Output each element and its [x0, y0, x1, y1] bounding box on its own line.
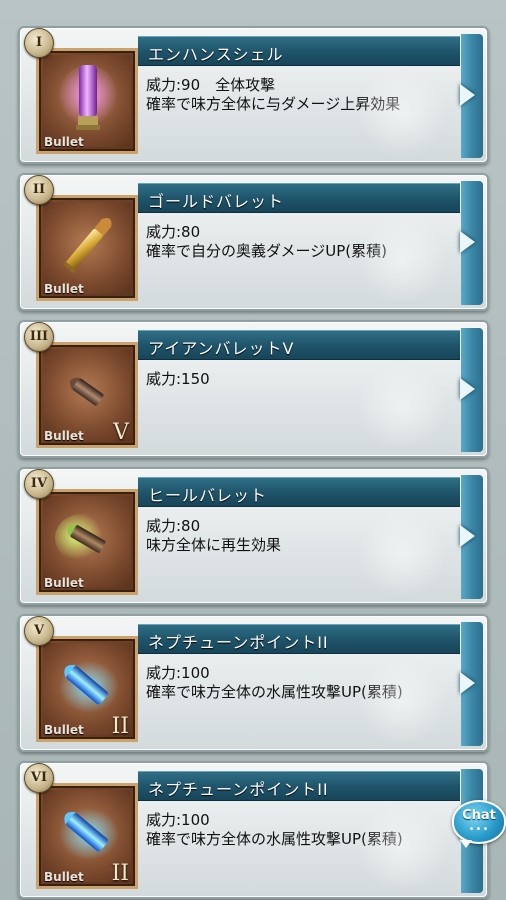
bullet-icon-frame: Bullet V: [36, 342, 138, 448]
slot-number-badge: VI: [24, 763, 54, 793]
bullet-name: エンハンスシェル: [148, 45, 284, 64]
bullet-effect: 確率で味方全体に与ダメージ上昇効果: [146, 95, 401, 113]
arrow-right-icon[interactable]: [460, 672, 475, 694]
bullet-card-6[interactable]: Bullet II VI ネプチューンポイントII 威力:100 確率で味方全体…: [18, 761, 489, 899]
bullet-level-mark: II: [111, 861, 129, 886]
bullet-name: ネプチューンポイントII: [148, 780, 329, 799]
bullet-name: ゴールドバレット: [148, 192, 285, 211]
bullet-name-bar: ヒールバレット: [138, 477, 460, 507]
bullet-name-bar: ネプチューンポイントII: [138, 771, 460, 801]
bullet-icon-frame: Bullet II: [36, 783, 138, 889]
bullet-description: 威力:90 全体攻撃 確率で味方全体に与ダメージ上昇効果: [146, 76, 400, 114]
bullet-icon-frame: Bullet II: [36, 636, 138, 742]
bullet-icon-frame: Bullet: [36, 48, 138, 154]
bullet-description: 威力:150: [146, 370, 210, 389]
bullet-type-tag: Bullet: [44, 576, 84, 590]
slot-number-badge: IV: [24, 469, 54, 499]
bullet-name: ネプチューンポイントII: [148, 633, 329, 652]
chat-button[interactable]: Chat •••: [452, 800, 506, 848]
bullet-effect: 味方全体に再生効果: [146, 536, 282, 554]
bullet-card-2[interactable]: Bullet II ゴールドバレット 威力:80 確率で自分の奥義ダメージUP(…: [18, 173, 489, 311]
slot-number-badge: III: [24, 322, 54, 352]
slot-number-badge: V: [24, 616, 54, 646]
bullet-description: 威力:100 確率で味方全体の水属性攻撃UP(累積): [146, 664, 403, 702]
bullet-type-tag: Bullet: [44, 135, 84, 149]
bullet-effect: 確率で自分の奥義ダメージUP(累積): [146, 242, 387, 260]
bullet-name: ヒールバレット: [148, 486, 268, 505]
bullet-power: 威力:80: [146, 517, 201, 535]
bullet-card-5[interactable]: Bullet II V ネプチューンポイントII 威力:100 確率で味方全体の…: [18, 614, 489, 752]
bullet-effect: 確率で味方全体の水属性攻撃UP(累積): [146, 830, 403, 848]
arrow-right-icon[interactable]: [460, 231, 475, 253]
gold-bullet-icon: [62, 217, 112, 274]
bullet-name-bar: アイアンバレットⅤ: [138, 330, 460, 360]
bullet-power: 威力:90 全体攻撃: [146, 76, 276, 94]
bullet-power: 威力:150: [146, 370, 210, 388]
arrow-right-icon[interactable]: [460, 525, 475, 547]
bullet-type-tag: Bullet: [44, 723, 84, 737]
bullet-card-3[interactable]: Bullet V III アイアンバレットⅤ 威力:150: [18, 320, 489, 458]
bullet-name: アイアンバレットⅤ: [148, 339, 295, 358]
bullet-power: 威力:80: [146, 223, 201, 241]
bullet-effect: 確率で味方全体の水属性攻撃UP(累積): [146, 683, 403, 701]
purple-shell-icon: [58, 65, 118, 130]
arrow-right-icon[interactable]: [460, 378, 475, 400]
bullet-card-1[interactable]: Bullet I エンハンスシェル 威力:90 全体攻撃 確率で味方全体に与ダメ…: [18, 26, 489, 164]
bullet-name-bar: ネプチューンポイントII: [138, 624, 460, 654]
slot-number-badge: II: [24, 175, 54, 205]
bullet-card-4[interactable]: Bullet IV ヒールバレット 威力:80 味方全体に再生効果: [18, 467, 489, 605]
chat-label: Chat: [462, 808, 496, 823]
bullet-name-bar: ゴールドバレット: [138, 183, 460, 213]
chat-dots-icon: •••: [468, 824, 490, 835]
bullet-icon-frame: Bullet: [36, 489, 138, 595]
detail-strip[interactable]: [460, 328, 483, 452]
bullet-level-mark: V: [113, 420, 129, 445]
bullet-list: Bullet I エンハンスシェル 威力:90 全体攻撃 確率で味方全体に与ダメ…: [0, 0, 506, 900]
bullet-type-tag: Bullet: [44, 429, 84, 443]
detail-strip[interactable]: [460, 475, 483, 599]
slot-number-badge: I: [24, 28, 54, 58]
detail-strip[interactable]: [460, 34, 483, 158]
bullet-type-tag: Bullet: [44, 282, 84, 296]
bullet-description: 威力:80 確率で自分の奥義ダメージUP(累積): [146, 223, 387, 261]
bullet-power: 威力:100: [146, 811, 210, 829]
heal-bullet-icon: [55, 514, 107, 562]
bullet-name-bar: エンハンスシェル: [138, 36, 460, 66]
detail-strip[interactable]: [460, 181, 483, 305]
bullet-type-tag: Bullet: [44, 870, 84, 884]
bullet-power: 威力:100: [146, 664, 210, 682]
arrow-right-icon[interactable]: [460, 84, 475, 106]
bullet-icon-frame: Bullet: [36, 195, 138, 301]
bullet-description: 威力:80 味方全体に再生効果: [146, 517, 281, 555]
bullet-description: 威力:100 確率で味方全体の水属性攻撃UP(累積): [146, 811, 403, 849]
detail-strip[interactable]: [460, 622, 483, 746]
bullet-level-mark: II: [111, 714, 129, 739]
speech-bubble-tail: [460, 840, 472, 848]
